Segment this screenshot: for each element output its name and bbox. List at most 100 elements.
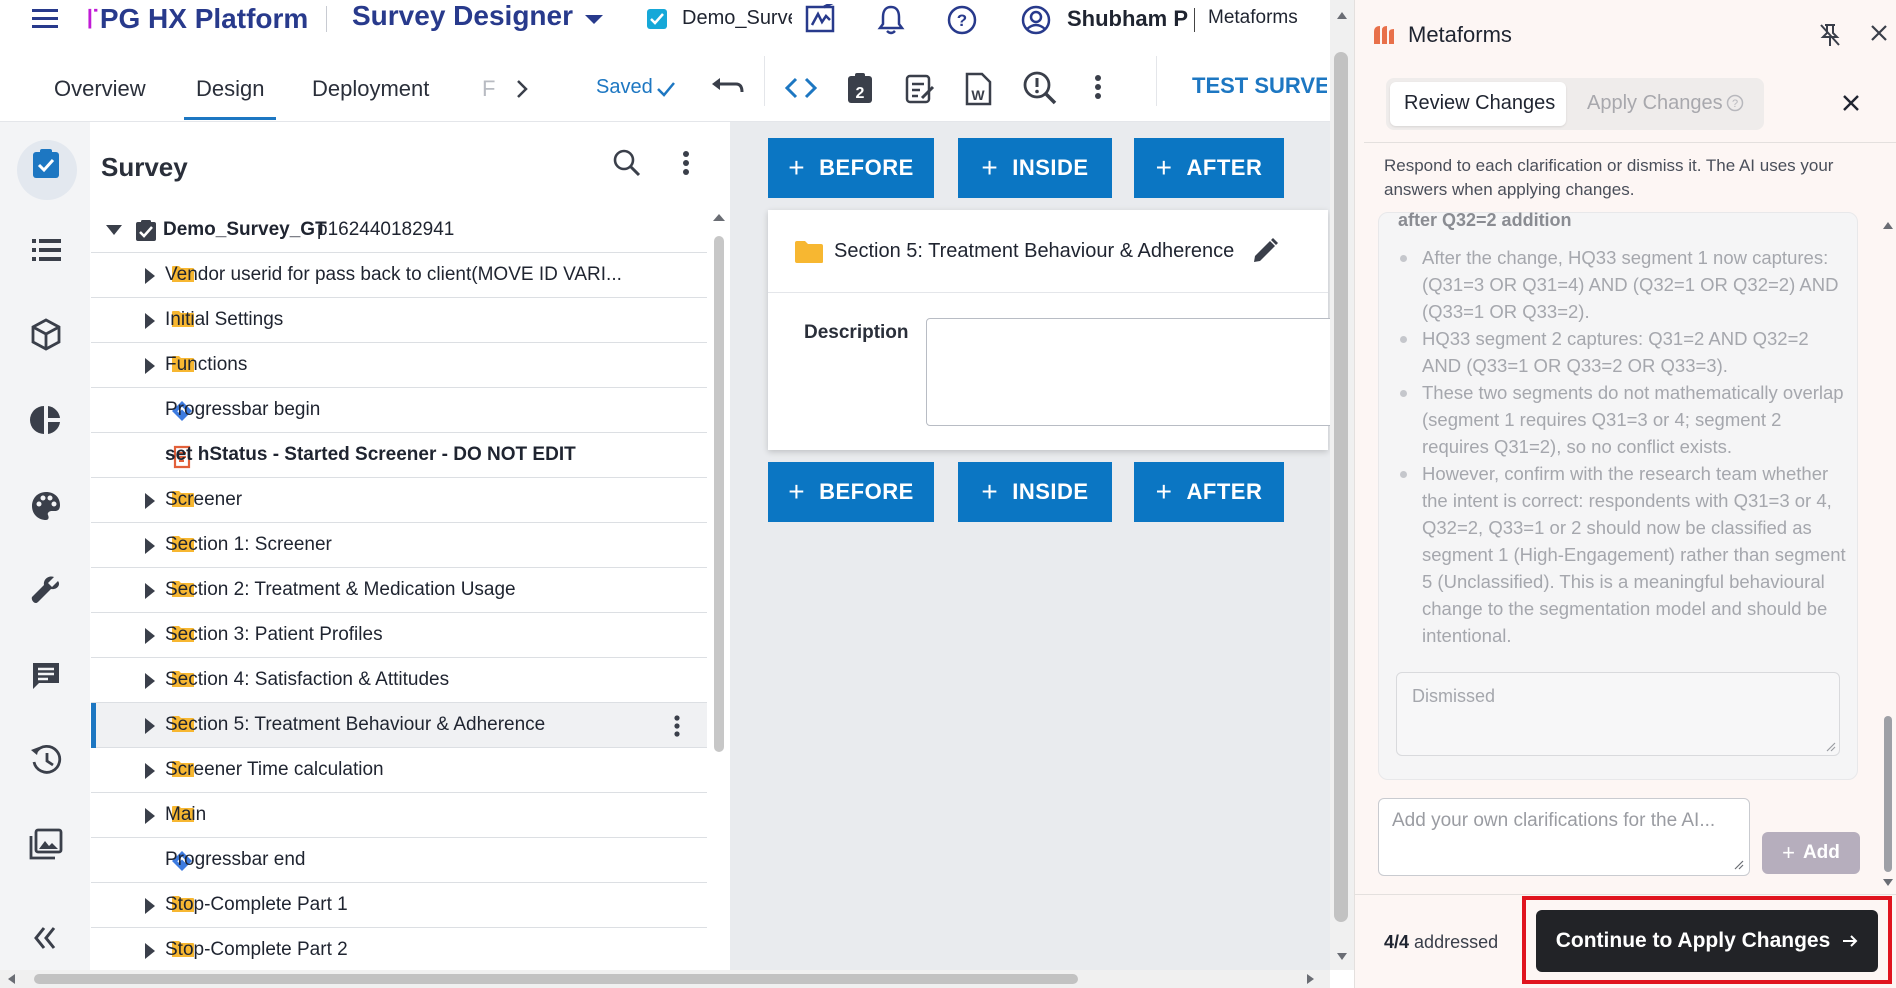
- resize-handle-icon[interactable]: [1734, 860, 1744, 870]
- search-alert-icon[interactable]: [1022, 70, 1058, 106]
- description-field[interactable]: [926, 318, 1336, 426]
- resize-handle-icon[interactable]: [1826, 742, 1836, 752]
- undo-icon[interactable]: [710, 76, 744, 100]
- panel-scrollbar[interactable]: [1884, 716, 1892, 872]
- close-icon[interactable]: [1870, 24, 1888, 42]
- caret-right-icon[interactable]: [145, 538, 155, 554]
- add-after-button[interactable]: + AFTER: [1134, 138, 1284, 198]
- scroll-down-icon[interactable]: [1336, 952, 1348, 962]
- product-switcher[interactable]: Survey Designer: [352, 0, 573, 32]
- tab-deployment[interactable]: Deployment: [312, 76, 429, 102]
- add-after-button[interactable]: + AFTER: [1134, 462, 1284, 522]
- caret-right-icon[interactable]: [145, 763, 155, 779]
- org-name[interactable]: Metaforms: [1208, 7, 1298, 29]
- tab-apply-changes[interactable]: Apply Changes: [1587, 92, 1723, 115]
- tree-row[interactable]: Progressbar end: [91, 838, 707, 883]
- tree-row[interactable]: Vendor userid for pass back to client(MO…: [91, 253, 707, 298]
- scroll-right-icon[interactable]: [1306, 973, 1316, 985]
- search-icon[interactable]: [612, 148, 642, 178]
- tree-row[interactable]: Screener Time calculation: [91, 748, 707, 793]
- caret-right-icon[interactable]: [145, 628, 155, 644]
- palette-icon[interactable]: [28, 488, 64, 524]
- add-inside-button[interactable]: + INSIDE: [958, 138, 1112, 198]
- survey-name[interactable]: Demo_Survey: [682, 7, 792, 30]
- wrench-icon[interactable]: [28, 572, 64, 608]
- word-export-icon[interactable]: W: [964, 72, 992, 106]
- caret-right-icon[interactable]: [145, 493, 155, 509]
- list-icon[interactable]: [28, 232, 64, 268]
- user-name[interactable]: Shubham P: [1067, 6, 1188, 32]
- user-circle-icon[interactable]: [1020, 4, 1052, 36]
- caret-right-icon[interactable]: [145, 583, 155, 599]
- caret-right-icon[interactable]: [145, 898, 155, 914]
- caret-right-icon[interactable]: [145, 808, 155, 824]
- help-icon[interactable]: ?: [946, 4, 978, 36]
- collapse-left-icon[interactable]: [28, 924, 64, 960]
- chevron-right-icon[interactable]: [514, 78, 530, 100]
- history-icon[interactable]: [28, 742, 64, 778]
- survey-checklist-icon[interactable]: [28, 146, 64, 182]
- tree-row[interactable]: Initial Settings: [91, 298, 707, 343]
- caret-right-icon[interactable]: [145, 358, 155, 374]
- scroll-down-icon[interactable]: [1882, 878, 1894, 888]
- scroll-up-icon[interactable]: [1336, 10, 1348, 20]
- tree-root-row[interactable]: Demo_Survey_GT p162440182941: [91, 208, 707, 253]
- tab-overview[interactable]: Overview: [54, 76, 146, 102]
- tree-row[interactable]: Stop-Complete Part 1: [91, 883, 707, 928]
- caret-right-icon[interactable]: [145, 673, 155, 689]
- image-gallery-icon[interactable]: [28, 826, 64, 862]
- pencil-icon[interactable]: [1250, 236, 1280, 266]
- more-vertical-icon[interactable]: [1094, 74, 1102, 100]
- comment-icon[interactable]: [28, 658, 64, 694]
- caret-down-icon[interactable]: [105, 224, 123, 236]
- cube-icon[interactable]: [28, 316, 64, 352]
- tree-row[interactable]: Section 4: Satisfaction & Attitudes: [91, 658, 707, 703]
- code-icon[interactable]: [784, 76, 818, 100]
- add-clarification-button[interactable]: + Add: [1762, 832, 1860, 874]
- tree-row[interactable]: Section 5: Treatment Behaviour & Adheren…: [91, 703, 707, 748]
- scroll-up-icon[interactable]: [1882, 220, 1894, 230]
- more-vertical-icon[interactable]: [673, 714, 681, 738]
- horizontal-scroll-thumb[interactable]: [34, 974, 1078, 984]
- add-inside-button[interactable]: + INSIDE: [958, 462, 1112, 522]
- unpin-icon[interactable]: [1818, 22, 1842, 48]
- scroll-up-icon[interactable]: [712, 212, 726, 222]
- tree-row[interactable]: Main: [91, 793, 707, 838]
- tree-row[interactable]: set hStatus - Started Screener - DO NOT …: [91, 433, 707, 478]
- close-icon[interactable]: [1842, 94, 1860, 112]
- main-scroll-thumb[interactable]: [1334, 52, 1348, 922]
- continue-to-apply-button[interactable]: Continue to Apply Changes: [1536, 910, 1878, 972]
- tab-design[interactable]: Design: [196, 76, 264, 102]
- plus-icon: +: [981, 152, 999, 183]
- caret-right-icon[interactable]: [145, 943, 155, 959]
- tree-row[interactable]: Section 1: Screener: [91, 523, 707, 568]
- edit-clipboard-icon[interactable]: [904, 72, 936, 104]
- tree-title: Survey: [101, 152, 188, 182]
- tree-row[interactable]: Progressbar begin: [91, 388, 707, 433]
- more-vertical-icon[interactable]: [682, 150, 690, 176]
- caret-right-icon[interactable]: [145, 313, 155, 329]
- pie-chart-icon[interactable]: [28, 402, 64, 438]
- caret-right-icon[interactable]: [145, 268, 155, 284]
- tree-row[interactable]: Functions: [91, 343, 707, 388]
- test-survey-button[interactable]: TEST SURVEY: [1192, 73, 1327, 99]
- caret-right-icon[interactable]: [145, 718, 155, 734]
- tab-more[interactable]: F: [482, 76, 495, 102]
- tree-row[interactable]: Section 2: Treatment & Medication Usage: [91, 568, 707, 613]
- scroll-left-icon[interactable]: [6, 973, 16, 985]
- brand-logo[interactable]: ꜍PG HX Platform: [86, 2, 308, 35]
- tree-row-label: Main: [165, 804, 207, 825]
- tree-row[interactable]: Screener: [91, 478, 707, 523]
- signature-icon[interactable]: [804, 4, 838, 36]
- tree-row[interactable]: Stop-Complete Part 2: [91, 928, 707, 973]
- clipboard-number-icon[interactable]: 2: [846, 72, 874, 104]
- bell-icon[interactable]: [876, 4, 906, 36]
- add-before-button[interactable]: + BEFORE: [768, 462, 934, 522]
- chevron-down-icon[interactable]: [582, 12, 606, 28]
- add-before-button[interactable]: + BEFORE: [768, 138, 934, 198]
- menu-icon[interactable]: [30, 6, 62, 32]
- response-field[interactable]: [1396, 672, 1840, 756]
- tree-row[interactable]: Section 3: Patient Profiles: [91, 613, 707, 658]
- tree-root-name: Demo_Survey_GT: [163, 219, 327, 240]
- tree-scrollbar[interactable]: [714, 236, 724, 752]
